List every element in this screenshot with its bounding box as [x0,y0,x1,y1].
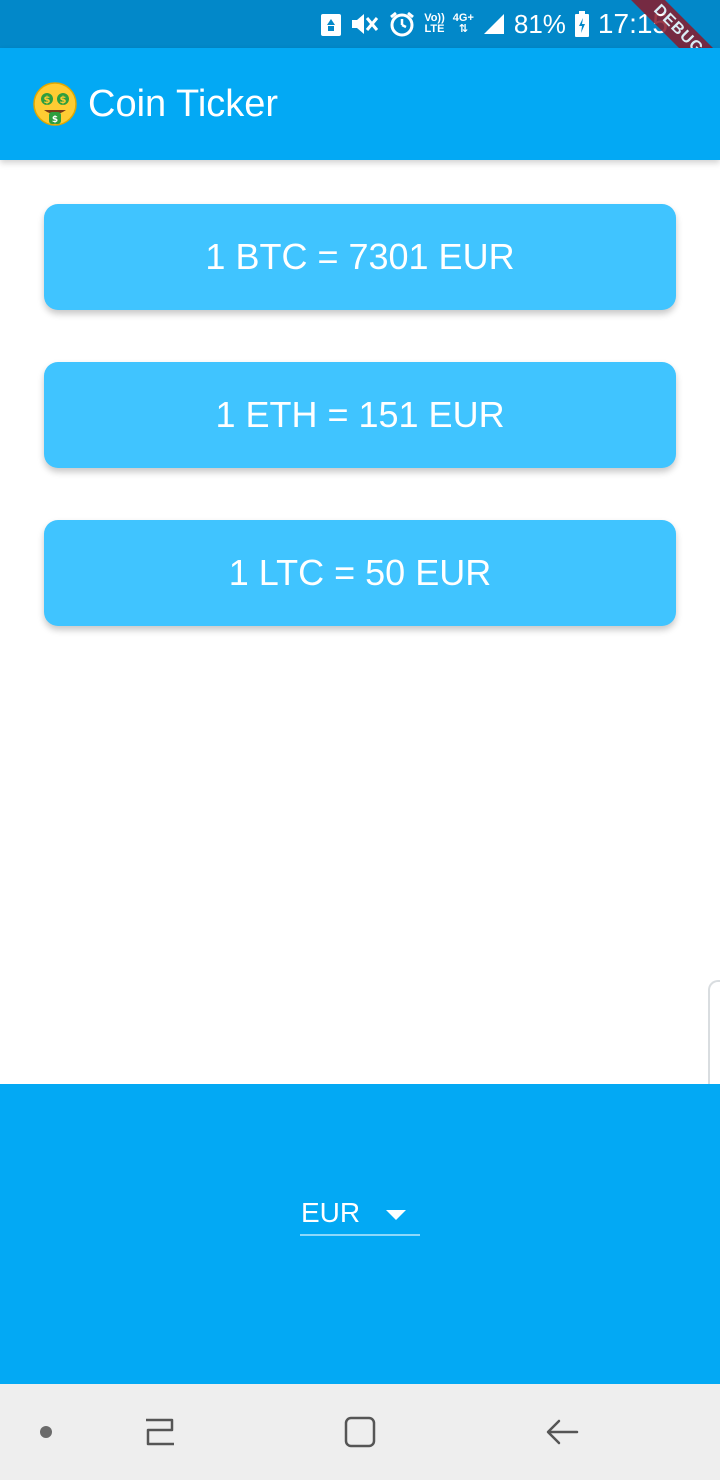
rate-card-btc[interactable]: 1 BTC = 7301 EUR [44,204,676,310]
mute-icon [350,10,380,38]
svg-text:$: $ [52,115,58,125]
navigation-bar [0,1384,720,1480]
rate-text: 1 LTC = 50 EUR [228,552,492,593]
status-icons: Vo)) LTE 4G+ ⇅ 81% 17:15 [320,8,668,40]
app-bar: $ $ $ Coin Ticker [0,48,720,160]
rate-card-ltc[interactable]: 1 LTC = 50 EUR [44,520,676,626]
signal-icon [482,10,506,38]
alarm-icon [388,10,416,38]
app-title: Coin Ticker [88,82,279,125]
battery-percent: 81% [513,8,566,39]
dropdown-arrow-icon [386,1210,406,1220]
currency-dropdown[interactable]: EUR [300,1192,420,1236]
svg-text:$: $ [60,95,67,106]
currency-dropdown-value: EUR [301,1197,361,1228]
dot-icon[interactable] [26,1412,66,1452]
battery-charging-icon [574,10,590,38]
status-bar: Vo)) LTE 4G+ ⇅ 81% 17:15 [0,0,720,48]
back-icon[interactable] [542,1412,582,1452]
rates-list: 1 BTC = 7301 EUR 1 ETH = 151 EUR 1 LTC =… [44,204,676,678]
recent-apps-icon[interactable] [140,1412,180,1452]
data-arrows-icon: ⇅ [458,23,468,35]
rate-text: 1 ETH = 151 EUR [215,394,505,435]
network-type-icon: 4G+ ⇅ [452,12,474,35]
recycle-notification-icon [320,10,342,38]
money-mouth-face-icon: $ $ $ [33,82,77,126]
currency-picker-area: EUR [0,1084,720,1384]
home-icon[interactable] [340,1412,380,1452]
volte-icon: Vo)) LTE [424,12,445,35]
app-screen: Vo)) LTE 4G+ ⇅ 81% 17:15 DEBUG $ $ $ Coi… [0,0,720,1480]
svg-text:$: $ [44,95,51,106]
rate-text: 1 BTC = 7301 EUR [205,236,515,277]
rate-card-eth[interactable]: 1 ETH = 151 EUR [44,362,676,468]
